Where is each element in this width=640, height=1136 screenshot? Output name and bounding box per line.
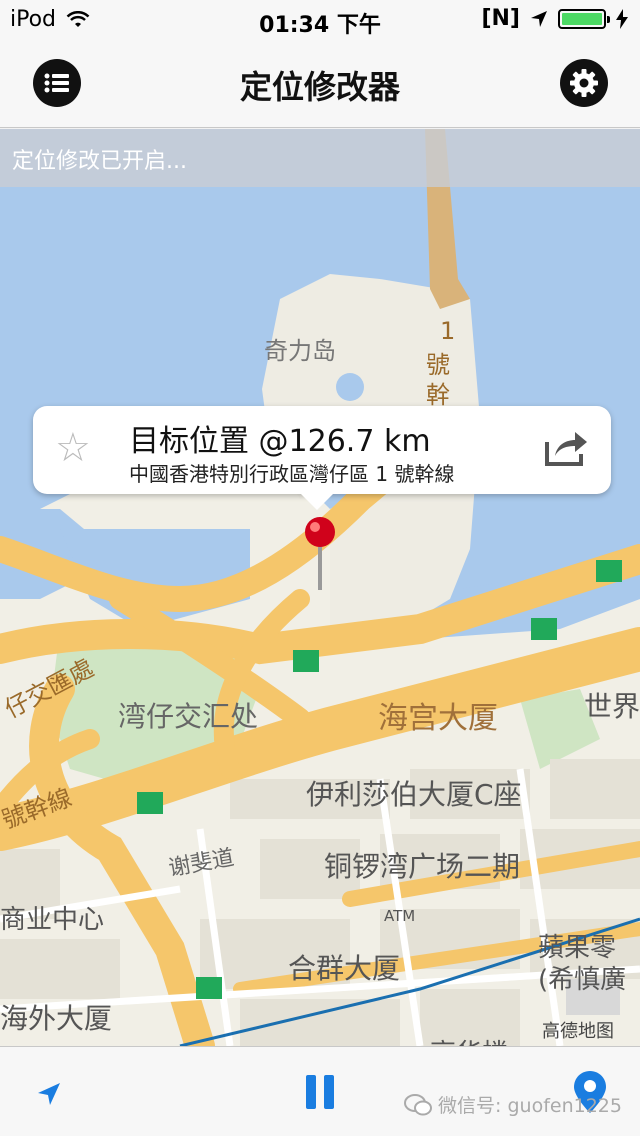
status-strip: 定位修改已开启...: [0, 129, 640, 187]
map-label-island: 奇力岛: [264, 337, 336, 365]
status-right: [N]: [481, 6, 628, 31]
battery-icon: [558, 8, 610, 29]
navigation-bar: 定位修改器: [0, 40, 640, 128]
n-indicator: [N]: [481, 6, 520, 31]
status-strip-text: 定位修改已开启...: [12, 149, 187, 174]
map-label-apple-b: (希慎廣: [538, 965, 627, 995]
bottom-toolbar: 微信号: guofen1225: [0, 1046, 640, 1136]
map-label-overseas: 海外大厦: [0, 1002, 113, 1035]
star-icon[interactable]: ☆: [55, 428, 91, 468]
map-label-shijie: 世界: [584, 690, 640, 723]
map-label-elizabeth: 伊利莎伯大厦C座: [306, 778, 522, 811]
map-label-road1-a: 1: [440, 317, 456, 345]
watermark: 微信号: guofen1225: [404, 1091, 622, 1118]
gaode-logo: 高德地图: [542, 1021, 614, 1042]
callout-title: 目标位置 @126.7 km: [129, 424, 431, 459]
map-label-business: 商业中心: [0, 905, 105, 935]
callout-subtitle: 中國香港特別行政區灣仔區 1 號幹線: [129, 462, 455, 486]
map-label-causeway: 铜锣湾广场二期: [324, 850, 521, 883]
page-title: 定位修改器: [239, 68, 400, 106]
map-label-bottom-cut: 高华楼: [430, 1033, 508, 1046]
wechat-icon: [404, 1093, 433, 1115]
settings-button[interactable]: [560, 59, 608, 107]
map-label-hequn: 合群大厦: [288, 952, 401, 985]
map-label-interchange: 湾仔交汇处: [118, 700, 259, 733]
share-icon[interactable]: [543, 428, 589, 468]
watermark-text: 微信号: guofen1225: [438, 1095, 622, 1117]
locate-button[interactable]: [36, 1081, 62, 1107]
location-arrow-icon: [531, 10, 547, 27]
location-callout[interactable]: ☆ 目标位置 @126.7 km 中國香港特別行政區灣仔區 1 號幹線: [33, 406, 611, 510]
pause-button[interactable]: [304, 1075, 336, 1109]
charging-bolt-icon: [616, 8, 628, 29]
map-pin-icon[interactable]: [304, 516, 336, 592]
map-label-haigong: 海宫大厦: [378, 701, 498, 736]
gear-icon: [570, 69, 598, 97]
map-label-road1-c: 幹: [426, 381, 450, 409]
status-bar: iPod 01:34 下午 [N]: [0, 0, 640, 40]
map-label-atm: ATM: [384, 907, 416, 925]
